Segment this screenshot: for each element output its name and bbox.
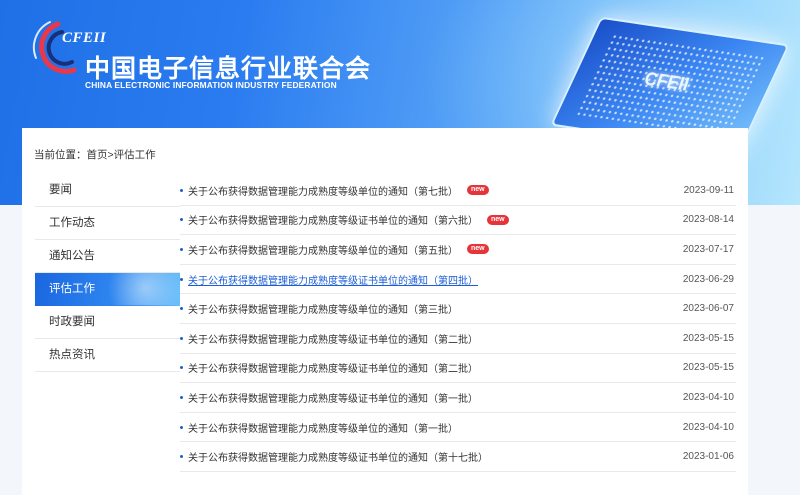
bullet-icon xyxy=(180,425,183,429)
bullet-icon xyxy=(180,336,183,340)
chip-label: CFEII xyxy=(643,67,690,95)
news-date: 2023-01-06 xyxy=(682,451,734,463)
news-row: 关于公布获得数据管理能力成熟度等级单位的通知（第七批） new 2023-09-1… xyxy=(180,176,736,206)
news-list: 关于公布获得数据管理能力成熟度等级单位的通知（第七批） new 2023-09-1… xyxy=(180,176,736,472)
new-badge: new xyxy=(467,244,489,255)
sidebar-nav: 要闻 工作动态 通知公告 评估工作 时政要闻 热点资讯 xyxy=(35,174,180,372)
news-date: 2023-06-29 xyxy=(682,273,734,285)
sidebar-item-politics[interactable]: 时政要闻 xyxy=(35,306,180,339)
bullet-icon xyxy=(180,277,183,281)
news-date: 2023-04-10 xyxy=(682,391,734,403)
news-row: 关于公布获得数据管理能力成熟度等级单位的通知（第五批） new 2023-07-1… xyxy=(180,235,736,265)
news-row: 关于公布获得数据管理能力成熟度等级证书单位的通知（第六批） new 2023-08… xyxy=(180,206,736,236)
logo-text: CFEII xyxy=(62,30,107,46)
news-title-link[interactable]: 关于公布获得数据管理能力成熟度等级证书单位的通知（第二批） xyxy=(188,360,478,375)
org-name-en: CHINA ELECTRONIC INFORMATION INDUSTRY FE… xyxy=(85,80,337,90)
new-badge: new xyxy=(487,214,509,225)
bullet-icon xyxy=(180,395,183,399)
news-row: 关于公布获得数据管理能力成熟度等级单位的通知（第三批） 2023-06-07 xyxy=(180,294,736,324)
breadcrumb: 当前位置：首页>评估工作 xyxy=(34,147,156,162)
bullet-icon xyxy=(180,455,183,459)
news-title-link[interactable]: 关于公布获得数据管理能力成熟度等级证书单位的通知（第四批） xyxy=(188,272,478,287)
news-date: 2023-05-15 xyxy=(682,362,734,374)
news-date: 2023-08-14 xyxy=(682,214,734,226)
sidebar-item-news[interactable]: 要闻 xyxy=(35,174,180,207)
sidebar-item-notices[interactable]: 通知公告 xyxy=(35,240,180,273)
news-title-link[interactable]: 关于公布获得数据管理能力成熟度等级单位的通知（第五批） xyxy=(188,242,458,257)
sidebar-item-evaluation[interactable]: 评估工作 xyxy=(35,273,180,306)
breadcrumb-current: 评估工作 xyxy=(113,149,156,161)
news-row: 关于公布获得数据管理能力成熟度等级证书单位的通知（第四批） 2023-06-29 xyxy=(180,265,736,295)
news-title-link[interactable]: 关于公布获得数据管理能力成熟度等级单位的通知（第七批） xyxy=(188,183,458,198)
news-date: 2023-09-11 xyxy=(683,184,734,196)
news-title-link[interactable]: 关于公布获得数据管理能力成熟度等级证书单位的通知（第二批） xyxy=(188,331,478,346)
bullet-icon xyxy=(180,188,183,192)
bullet-icon xyxy=(180,247,183,251)
breadcrumb-prefix: 当前位置： xyxy=(34,149,87,161)
bullet-icon xyxy=(180,307,183,311)
bullet-icon xyxy=(180,218,183,222)
news-row: 关于公布获得数据管理能力成熟度等级证书单位的通知（第二批） 2023-05-15 xyxy=(180,354,736,384)
news-title-link[interactable]: 关于公布获得数据管理能力成熟度等级单位的通知（第一批） xyxy=(188,420,458,435)
news-date: 2023-05-15 xyxy=(682,332,734,344)
sidebar-item-work-updates[interactable]: 工作动态 xyxy=(35,207,180,240)
bullet-icon xyxy=(180,366,183,370)
news-title-link[interactable]: 关于公布获得数据管理能力成熟度等级证书单位的通知（第一批） xyxy=(188,390,478,405)
news-row: 关于公布获得数据管理能力成熟度等级证书单位的通知（第一批） 2023-04-10 xyxy=(180,383,736,413)
news-title-link[interactable]: 关于公布获得数据管理能力成熟度等级证书单位的通知（第六批） xyxy=(188,212,478,227)
new-badge: new xyxy=(467,185,489,196)
sidebar-item-hot-news[interactable]: 热点资讯 xyxy=(35,339,180,372)
news-date: 2023-06-07 xyxy=(682,303,734,315)
news-title-link[interactable]: 关于公布获得数据管理能力成熟度等级单位的通知（第三批） xyxy=(188,301,458,316)
breadcrumb-home-link[interactable]: 首页 xyxy=(87,149,108,161)
news-row: 关于公布获得数据管理能力成熟度等级单位的通知（第一批） 2023-04-10 xyxy=(180,413,736,443)
cfeii-logo-icon[interactable] xyxy=(28,18,88,80)
news-title-link[interactable]: 关于公布获得数据管理能力成熟度等级证书单位的通知（第十七批） xyxy=(188,449,488,464)
news-row: 关于公布获得数据管理能力成熟度等级证书单位的通知（第十七批） 2023-01-0… xyxy=(180,442,736,472)
main-content: 当前位置：首页>评估工作 要闻 工作动态 通知公告 评估工作 时政要闻 热点资讯… xyxy=(22,128,748,495)
news-date: 2023-04-10 xyxy=(682,421,734,433)
news-date: 2023-07-17 xyxy=(682,243,734,255)
news-row: 关于公布获得数据管理能力成熟度等级证书单位的通知（第二批） 2023-05-15 xyxy=(180,324,736,354)
